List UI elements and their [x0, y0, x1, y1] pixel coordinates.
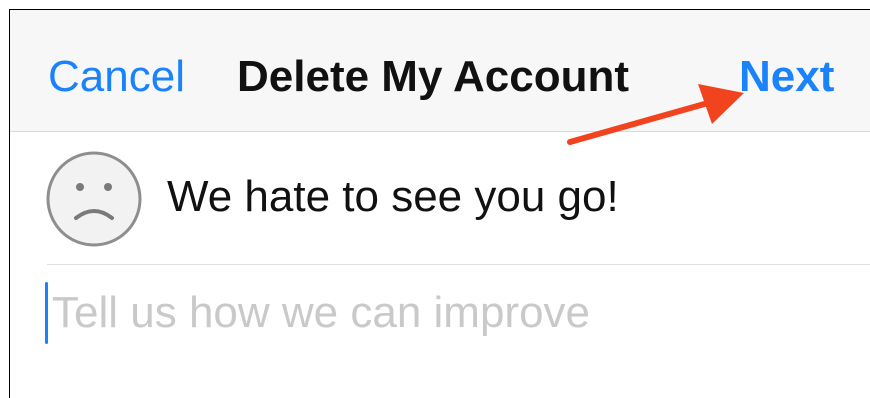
- cancel-button[interactable]: Cancel: [48, 50, 185, 104]
- farewell-header: We hate to see you go!: [10, 132, 870, 264]
- app-window: Cancel Delete My Account Next We hate to…: [9, 9, 870, 398]
- farewell-message: We hate to see you go!: [167, 172, 619, 221]
- sad-face-icon: [46, 151, 142, 247]
- feedback-input[interactable]: [46, 278, 852, 348]
- divider: [47, 264, 870, 265]
